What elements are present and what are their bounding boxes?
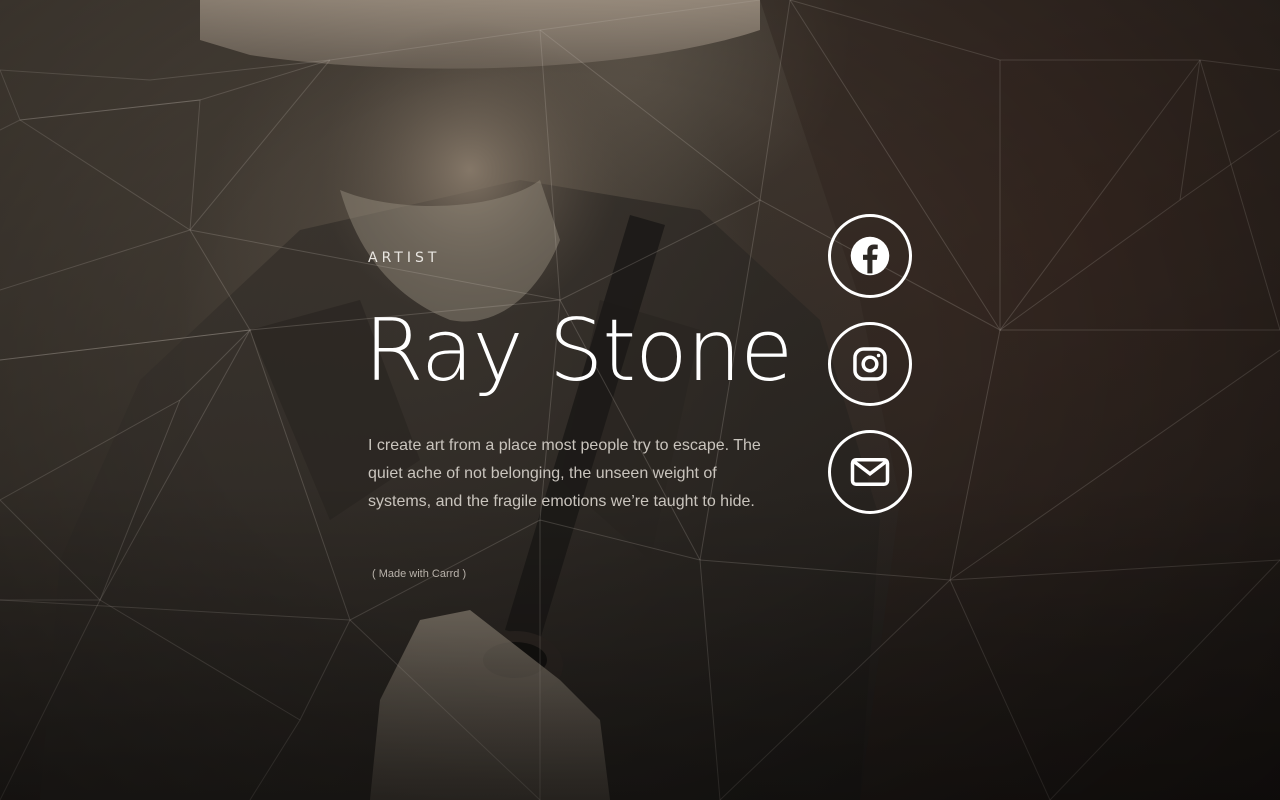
envelope-icon (849, 451, 891, 493)
page: ARTIST Ray Stone I create art from a pla… (0, 0, 1280, 800)
intro-block: ARTIST Ray Stone I create art from a pla… (364, 250, 793, 582)
facebook-button[interactable] (828, 214, 912, 298)
role-label: ARTIST (368, 250, 441, 266)
made-with-carrd-link[interactable]: ( Made with Carrd ) (372, 568, 466, 580)
page-title: Ray Stone (364, 301, 793, 401)
social-links (828, 214, 912, 538)
facebook-icon (849, 235, 891, 277)
email-button[interactable] (828, 430, 912, 514)
bio-text: I create art from a place most people tr… (368, 437, 761, 510)
instagram-button[interactable] (828, 322, 912, 406)
instagram-icon (851, 345, 889, 383)
